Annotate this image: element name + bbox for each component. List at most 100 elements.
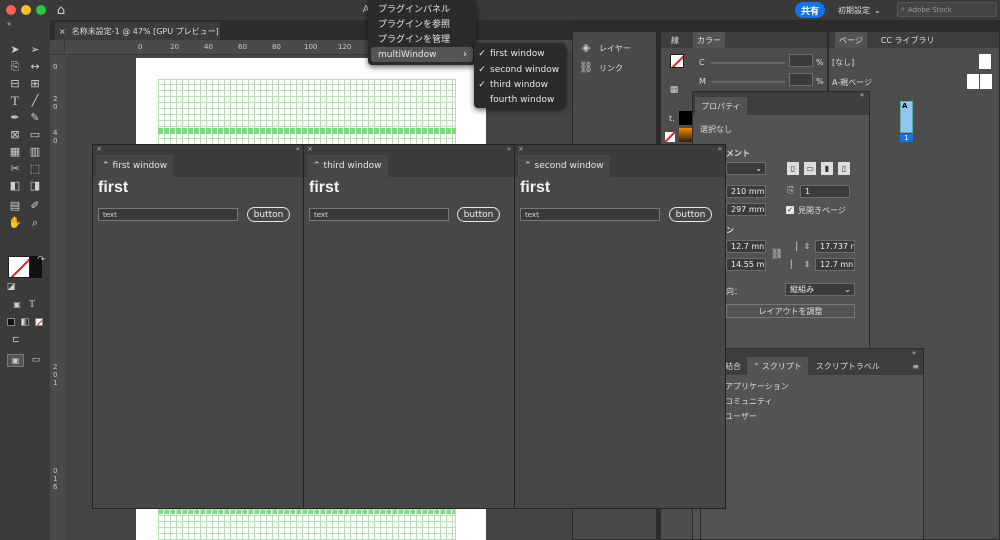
tab-properties[interactable]: プロパティ [695,97,747,115]
swatches-icon[interactable]: ▦ [668,84,680,96]
close-icon[interactable]: × [307,145,313,153]
workspace-switcher[interactable]: 初期設定 ⌄ [838,3,881,17]
tab-pages[interactable]: ページ [835,32,867,48]
text-input[interactable]: text [309,208,449,221]
menu-item-multiwindow[interactable]: multiWindow › [371,47,473,62]
collapse-arrows-icon[interactable]: « [718,145,722,153]
magenta-slider[interactable] [711,81,785,83]
content-placer-icon[interactable]: ⊞ [28,76,42,90]
grid-tool-icon[interactable]: ▥ [28,144,42,158]
document-tab[interactable]: × 名称未設定-1 @ 47% [GPU プレビュー] [55,22,220,40]
portrait-icon[interactable]: ▯ [787,162,799,175]
panel-menu-icon[interactable]: ≡ [912,362,919,371]
type-tool-icon[interactable]: T [8,93,22,107]
gradient-swatch-tool-icon[interactable]: ◧ [8,178,22,192]
landscape-icon[interactable]: ▭ [804,162,816,175]
menu-item-manage-plugins[interactable]: プラグインを管理 [368,31,476,46]
direct-selection-tool-icon[interactable]: ➢ [28,42,42,56]
script-folder-community[interactable]: コミュニティ [725,396,773,407]
stepper-icon[interactable]: ⇕ [802,258,812,271]
margin-top-field[interactable]: 12.7 mn [726,240,766,253]
script-folder-application[interactable]: アプリケーション [725,381,789,392]
window-button[interactable]: button [669,207,712,222]
tab-scripts[interactable]: ⌃ スクリプト [747,357,808,375]
link-margins-icon[interactable]: ⛓ [771,248,784,262]
submenu-item-second-window[interactable]: ✓ second window [474,62,566,77]
binding-left-icon[interactable]: ▮ [821,162,833,175]
window-tab[interactable]: ⌃ second window [518,155,610,177]
page-tool-icon[interactable]: ⎘ [8,59,22,73]
apply-gradient-button[interactable] [21,318,29,326]
tab-stroke[interactable]: 線 [667,32,683,48]
links-label[interactable]: リンク [599,63,623,74]
menu-item-browse-plugins[interactable]: プラグインを参照 [368,16,476,31]
submenu-item-first-window[interactable]: ✓ first window [474,46,566,61]
ruler-origin[interactable] [50,40,65,55]
black-swatch[interactable] [679,111,693,125]
parent-page-thumb-right[interactable] [980,74,992,89]
adjust-layout-button[interactable]: レイアウトを調整 [726,304,855,318]
pages-count-field[interactable]: 1 [800,185,850,198]
close-window-button[interactable] [6,5,16,15]
default-fill-stroke-icon[interactable]: ◪ [6,282,16,292]
content-collector-icon[interactable]: ⊟ [8,76,22,90]
window-titlebar[interactable]: × « [304,145,514,155]
window-button[interactable]: button [457,207,500,222]
collapse-arrows-icon[interactable]: « [296,145,300,153]
pen-tool-icon[interactable]: ✒ [8,110,22,124]
line-tool-icon[interactable]: ╱ [28,93,42,107]
parent-page-thumb-left[interactable] [967,74,979,89]
preset-dropdown[interactable]: ⌄ [726,162,766,175]
height-field[interactable]: 297 mm [726,203,766,216]
free-transform-tool-icon[interactable]: ⬚ [28,161,42,175]
close-icon[interactable]: × [96,145,102,153]
home-icon[interactable]: ⌂ [54,2,68,18]
stepper-icon[interactable]: ⇕ [802,240,812,253]
note-tool-icon[interactable]: ▤ [8,198,22,212]
script-folder-user[interactable]: ユーザー [725,411,757,422]
apply-none-button[interactable] [35,318,43,326]
submenu-item-fourth-window[interactable]: fourth window [474,92,566,107]
cyan-value-field[interactable] [789,54,813,67]
tab-script-label[interactable]: スクリプトラベル [808,361,888,372]
close-icon[interactable]: × [518,145,524,153]
zoom-tool-icon[interactable]: ⌕ [28,215,42,229]
gradient-feather-tool-icon[interactable]: ◨ [28,178,42,192]
cyan-slider[interactable] [711,62,785,64]
layers-icon[interactable]: ◈ [580,41,592,53]
none-master-thumb[interactable] [979,54,991,69]
hand-tool-icon[interactable]: ✋ [8,215,22,229]
magenta-value-field[interactable] [789,73,813,86]
swap-fill-stroke-icon[interactable]: ↷ [36,255,46,265]
collapse-arrows-icon[interactable]: « [507,145,511,153]
window-titlebar[interactable]: × « [515,145,725,155]
share-button[interactable]: 共有 [795,2,825,18]
width-field[interactable]: 210 mm [726,185,766,198]
none-swatch[interactable] [665,132,675,142]
panel-collapse-icon[interactable]: « [909,349,919,357]
vertical-ruler[interactable]: 0 2 0 4 0 2 0 1 0 1 6 [50,55,65,540]
rectangle-frame-tool-icon[interactable]: ⊠ [8,127,22,141]
eyedropper-tool-icon[interactable]: ✐ [28,198,42,212]
selection-tool-icon[interactable]: ➤ [8,42,22,56]
submenu-item-third-window[interactable]: ✓ third window [474,77,566,92]
gap-tool-icon[interactable]: ↔ [28,59,42,73]
minimize-window-button[interactable] [21,5,31,15]
scripts-drag-bar[interactable] [701,349,923,357]
page-1-thumb[interactable]: A [900,101,913,133]
zoom-window-button[interactable] [36,5,46,15]
screen-mode-icon[interactable]: ⊏ [10,334,22,346]
formatting-text-icon[interactable]: T [27,300,37,310]
tab-cc-libraries[interactable]: CC ライブラリ [877,32,939,48]
menu-item-plugin-panels[interactable]: プラグインパネル [368,1,476,16]
margin-right-field[interactable]: 12.7 mn [815,258,855,271]
table-tool-icon[interactable]: ▦ [8,144,22,158]
close-tab-icon[interactable]: × [59,27,66,36]
rectangle-tool-icon[interactable]: ▭ [28,127,42,141]
fill-swatch[interactable] [8,256,30,278]
text-input[interactable]: text [520,208,660,221]
window-tab[interactable]: ⌃ third window [307,155,388,177]
margin-left-field[interactable]: 17.737 r [815,240,855,253]
binding-right-icon[interactable]: ▯ [838,162,850,175]
text-input[interactable]: text [98,208,238,221]
